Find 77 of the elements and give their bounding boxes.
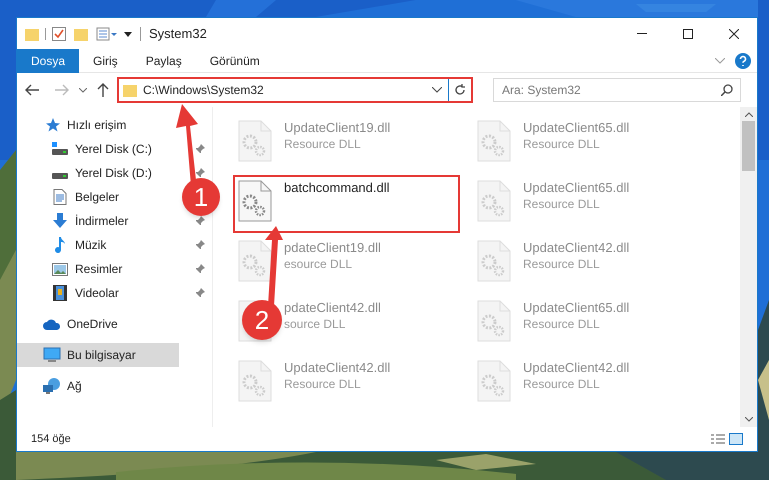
sidebar-item[interactable]: Müzik xyxy=(17,233,179,257)
sidebar-item[interactable]: Bu bilgisayar xyxy=(17,343,179,367)
chevron-down-icon[interactable] xyxy=(432,87,442,93)
download-arrow-icon xyxy=(52,213,68,229)
file-type: Resource DLL xyxy=(284,376,362,392)
pin-icon[interactable] xyxy=(195,216,205,226)
gear-file-icon xyxy=(238,180,272,222)
file-item[interactable]: batchcommand.dll xyxy=(233,175,460,233)
window-title: System32 xyxy=(149,24,207,43)
checklist-icon[interactable] xyxy=(52,26,66,40)
pin-icon[interactable] xyxy=(195,240,205,250)
scroll-down-icon[interactable] xyxy=(744,417,752,422)
address-path: C:\Windows\System32 xyxy=(143,82,265,99)
scroll-up-icon[interactable] xyxy=(744,112,752,117)
drive-icon xyxy=(51,142,69,156)
star-icon xyxy=(44,118,60,132)
sidebar-item[interactable]: İndirmeler xyxy=(17,209,179,233)
drive-icon xyxy=(51,173,69,180)
minimize-icon xyxy=(637,33,647,34)
music-note-icon xyxy=(54,237,66,253)
file-type: Resource DLL xyxy=(523,196,601,212)
sidebar-item[interactable]: Belgeler xyxy=(17,185,179,209)
properties-icon[interactable] xyxy=(96,26,118,40)
ribbon-tab[interactable]: Dosya xyxy=(17,48,80,72)
gear-file-icon xyxy=(477,300,511,342)
cloud-icon xyxy=(43,318,61,330)
chevron-down-icon[interactable] xyxy=(79,88,87,92)
pin-icon[interactable] xyxy=(195,288,205,298)
tiles-view-icon[interactable] xyxy=(729,433,743,445)
sidebar-item[interactable]: Hızlı erişim xyxy=(17,113,179,137)
folder-icon xyxy=(123,83,137,97)
back-arrow-icon[interactable] xyxy=(25,84,39,96)
sidebar-item[interactable]: Ağ xyxy=(17,374,179,398)
ribbon-tab[interactable]: Giriş xyxy=(79,48,132,72)
file-type: Resource DLL xyxy=(523,376,601,392)
gear-file-icon xyxy=(238,360,272,402)
gear-file-icon xyxy=(477,180,511,222)
gear-file-icon xyxy=(238,120,272,162)
gear-file-icon xyxy=(477,120,511,162)
film-icon xyxy=(53,285,67,301)
help-icon[interactable] xyxy=(735,52,751,68)
pin-icon[interactable] xyxy=(195,264,205,274)
pin-icon[interactable] xyxy=(195,168,205,178)
up-arrow-icon[interactable] xyxy=(97,83,109,97)
file-type: Resource DLL xyxy=(523,316,601,332)
ribbon-tab[interactable]: Paylaş xyxy=(132,48,196,72)
dropdown-arrow-icon[interactable] xyxy=(124,30,132,38)
file-type: esource DLL xyxy=(284,256,354,272)
gear-file-icon xyxy=(477,240,511,282)
maximize-icon xyxy=(683,28,693,38)
file-name[interactable]: batchcommand.dll xyxy=(284,180,390,196)
network-globe-icon xyxy=(43,378,61,394)
ribbon-tab[interactable]: Görünüm xyxy=(196,48,274,72)
search-field[interactable]: Ara: System32 xyxy=(493,78,741,102)
pictures-icon xyxy=(52,262,68,276)
refresh-icon[interactable] xyxy=(454,84,466,96)
item-count: 154 öğe xyxy=(31,432,71,447)
sidebar-item[interactable]: Videolar xyxy=(17,281,179,305)
sidebar-item[interactable]: OneDrive xyxy=(17,312,179,336)
address-bar[interactable]: C:\Windows\System32 xyxy=(117,77,473,103)
file-type: Resource DLL xyxy=(523,256,601,272)
sidebar-item[interactable]: Yerel Disk (C:) xyxy=(17,137,179,161)
file-type: Resource DLL xyxy=(523,136,601,152)
gear-file-icon xyxy=(238,240,272,282)
sidebar-item[interactable]: Yerel Disk (D:) xyxy=(17,161,179,185)
document-icon xyxy=(53,189,67,205)
gear-file-icon xyxy=(477,360,511,402)
file-type: source DLL xyxy=(284,316,346,332)
search-icon xyxy=(721,84,733,96)
file-type: Resource DLL xyxy=(284,136,362,152)
sidebar-item[interactable]: Resimler xyxy=(17,257,179,281)
monitor-icon xyxy=(43,347,61,363)
scroll-thumb[interactable] xyxy=(742,121,755,171)
close-icon xyxy=(729,28,739,38)
scrollbar[interactable] xyxy=(740,107,757,427)
pin-icon[interactable] xyxy=(195,144,205,154)
details-view-icon[interactable] xyxy=(711,433,725,445)
